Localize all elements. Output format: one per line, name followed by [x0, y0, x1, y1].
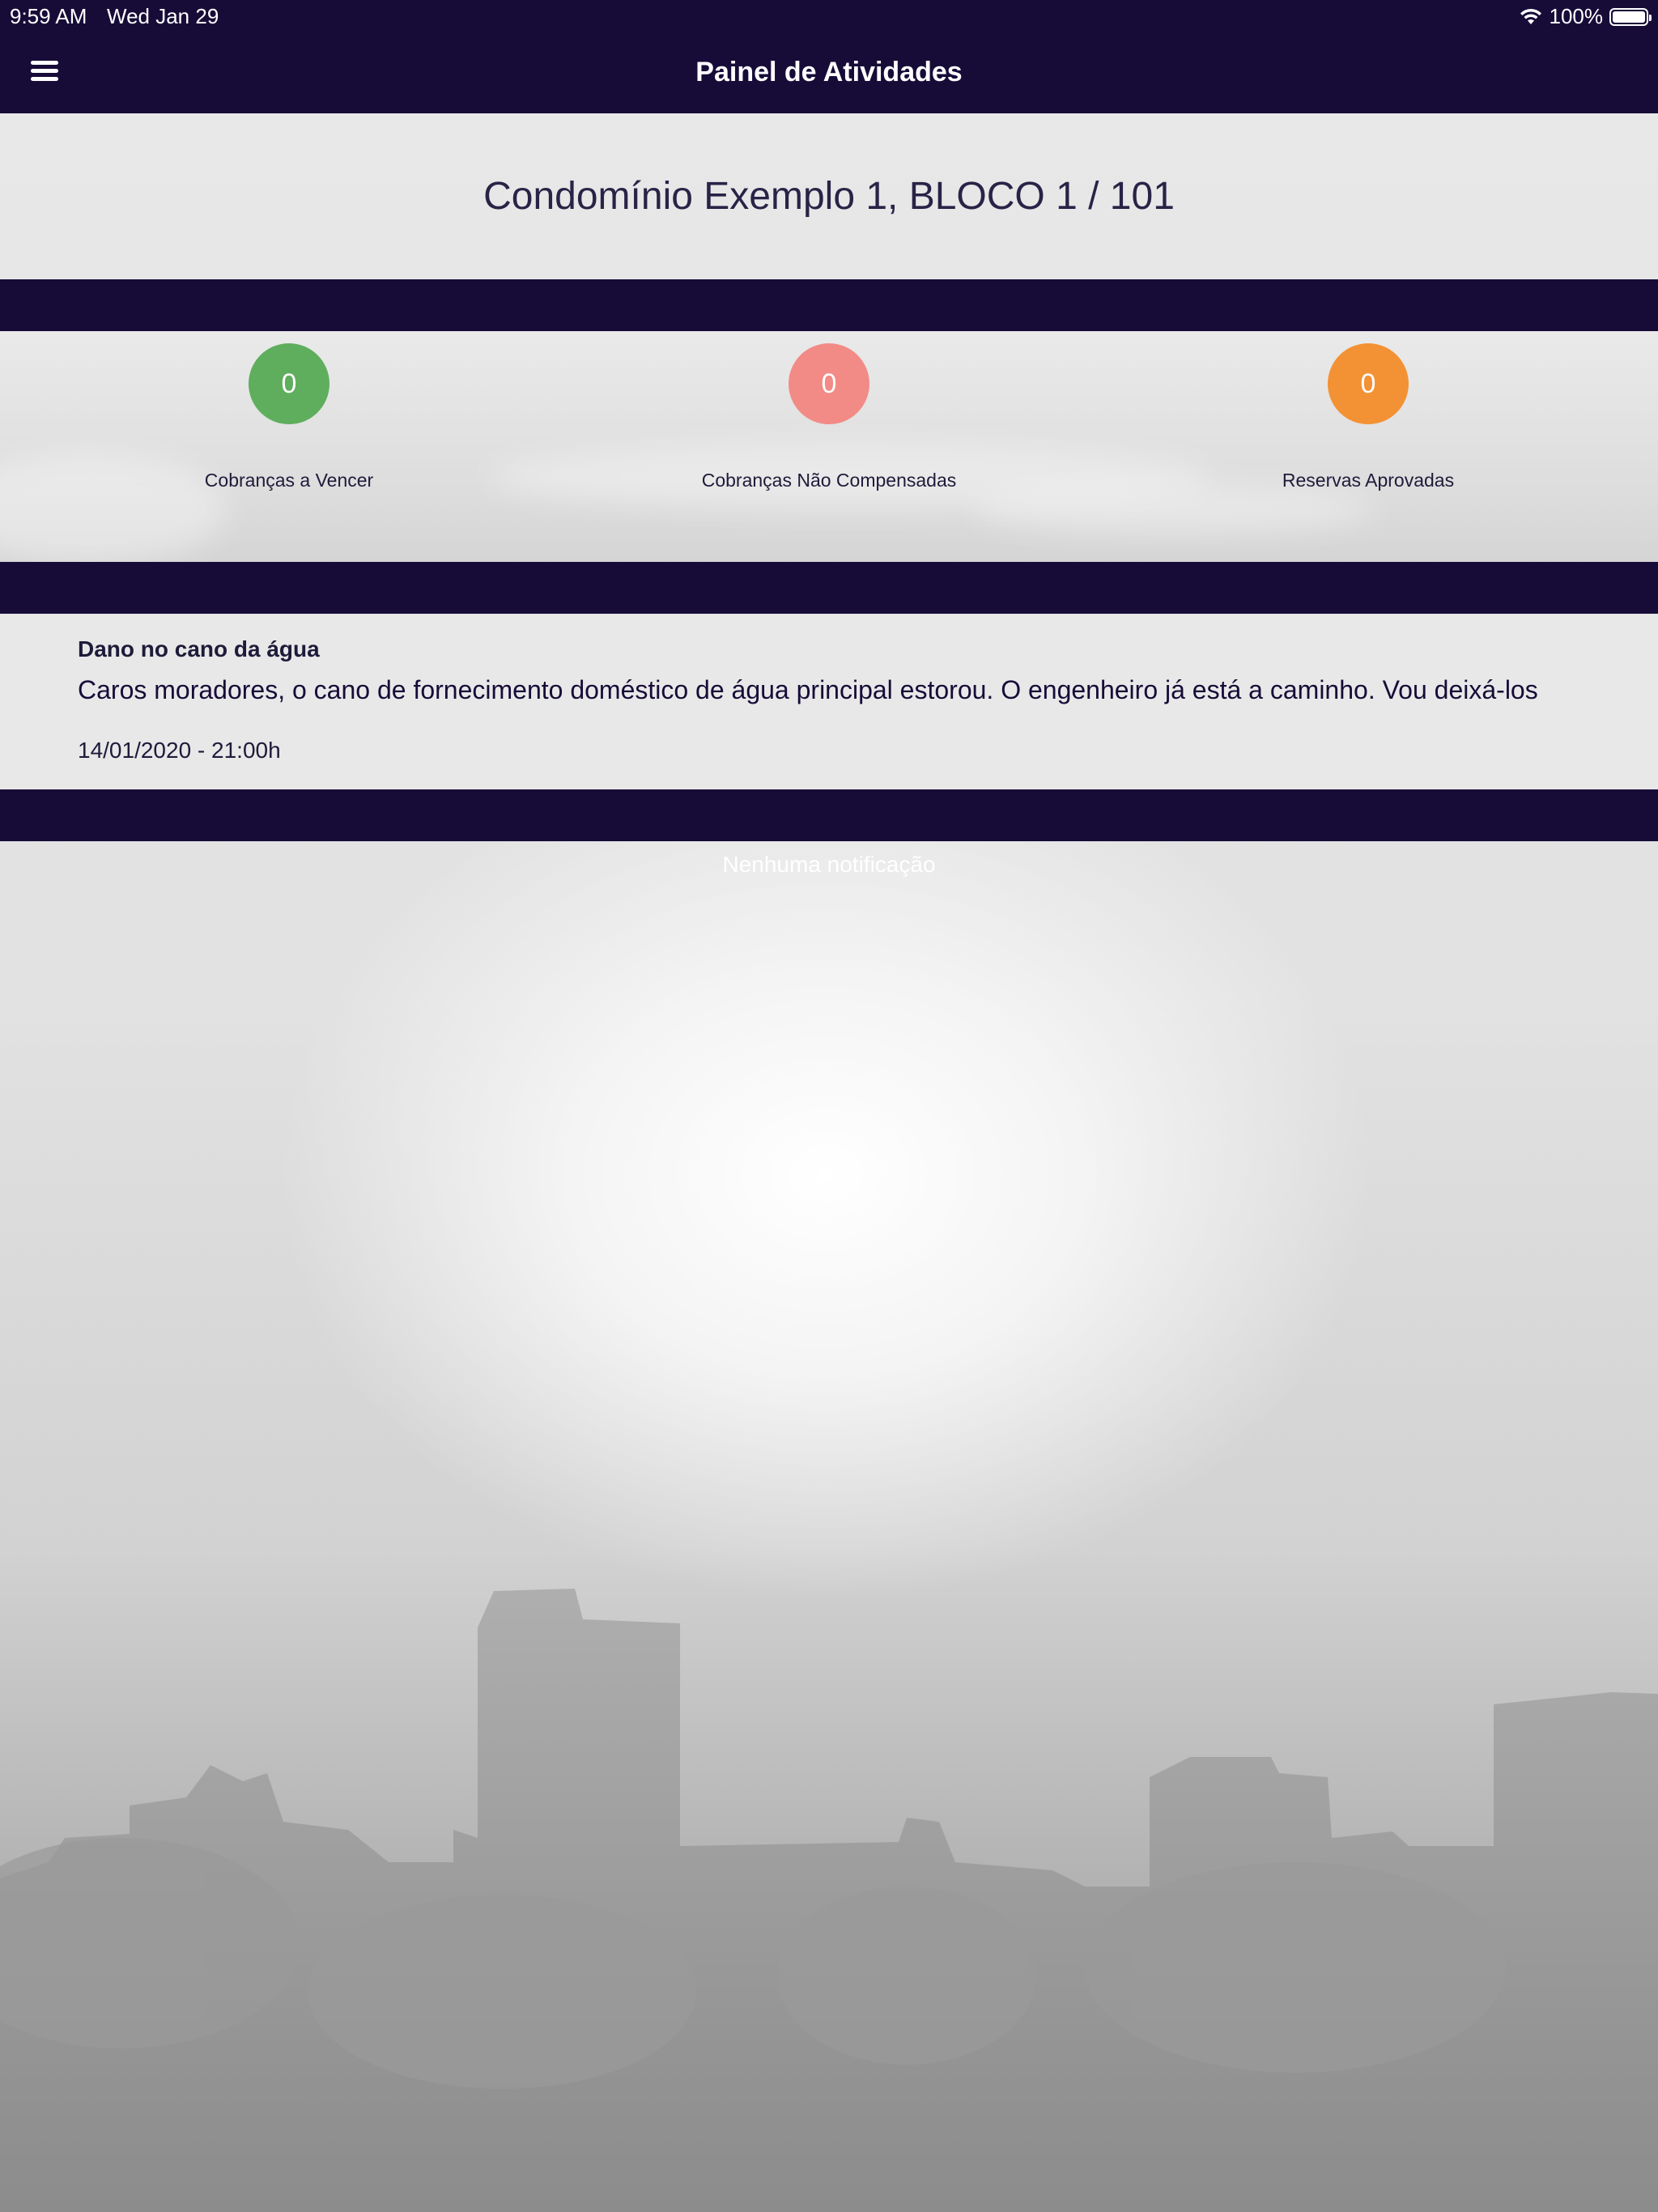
empty-notifications-text: Nenhuma notificação: [722, 852, 936, 877]
section-divider: [0, 562, 1658, 614]
page-title: Painel de Atividades: [695, 57, 963, 87]
stat-label: Cobranças Não Compensadas: [701, 470, 957, 491]
status-bar: 9:59 AM Wed Jan 29 100%: [0, 0, 1658, 32]
stat-cobrancas-a-vencer[interactable]: 0 Cobranças a Vencer: [87, 343, 491, 491]
battery-icon: [1609, 7, 1652, 26]
stat-label: Cobranças a Vencer: [204, 470, 374, 491]
condo-title: Condomínio Exemplo 1, BLOCO 1 / 101: [483, 175, 1175, 218]
wifi-icon: [1520, 8, 1541, 24]
stat-cobrancas-nao-compensadas[interactable]: 0 Cobranças Não Compensadas: [627, 343, 1031, 491]
notice-date: 14/01/2020 - 21:00h: [78, 738, 281, 763]
stat-reservas-aprovadas[interactable]: 0 Reservas Aprovadas: [1166, 343, 1571, 491]
stat-label: Reservas Aprovadas: [1282, 470, 1455, 491]
notice-card[interactable]: Dano no cano da água Caros moradores, o …: [0, 614, 1658, 789]
stat-badge: 0: [789, 343, 869, 424]
section-divider: [0, 279, 1658, 331]
status-indicators: 100%: [1519, 4, 1652, 29]
stat-badge: 0: [1328, 343, 1409, 424]
condo-header: Condomínio Exemplo 1, BLOCO 1 / 101: [0, 113, 1658, 279]
notice-title: Dano no cano da água: [78, 636, 320, 661]
section-divider: [0, 789, 1658, 841]
stats-panel: 0 Cobranças a Vencer 0 Cobranças Não Com…: [0, 331, 1658, 562]
stat-badge: 0: [249, 343, 329, 424]
status-date: Wed Jan 29: [107, 4, 219, 28]
status-time: 9:59 AM: [10, 4, 87, 28]
nav-bar: Painel de Atividades: [0, 32, 1658, 113]
battery-percent: 100%: [1549, 4, 1604, 28]
notice-body: Caros moradores, o cano de fornecimento …: [78, 675, 1538, 704]
